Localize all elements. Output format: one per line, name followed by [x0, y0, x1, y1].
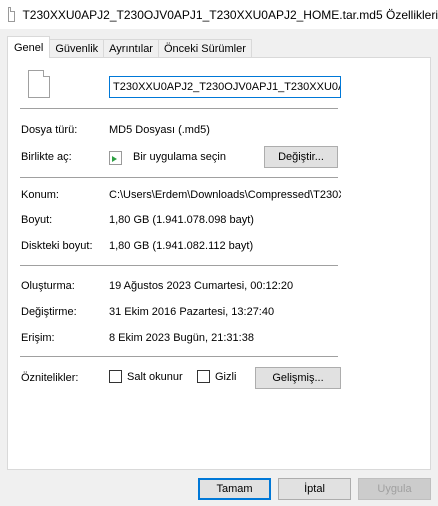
tab-strip: Genel Güvenlik Ayrıntılar Önceki Sürümle…	[7, 36, 252, 58]
accessed-value: 8 Ekim 2023 Bugün, 21:31:38	[109, 332, 254, 344]
size-label: Boyut:	[21, 214, 53, 226]
change-button[interactable]: Değiştir...	[264, 146, 338, 168]
separator	[20, 265, 338, 266]
readonly-checkbox[interactable]: Salt okunur	[109, 370, 183, 383]
title-bar: T230XXU0APJ2_T230OJV0APJ1_T230XXU0APJ2_H…	[0, 0, 438, 30]
size-value: 1,80 GB (1.941.078.098 bayt)	[109, 214, 254, 226]
tab-previous-versions[interactable]: Önceki Sürümler	[157, 39, 252, 58]
tab-general[interactable]: Genel	[7, 36, 51, 58]
separator	[20, 108, 338, 109]
created-label: Oluşturma:	[21, 280, 75, 292]
accessed-label: Erişim:	[21, 332, 55, 344]
hidden-checkbox[interactable]: Gizli	[197, 370, 236, 383]
type-label: Dosya türü:	[21, 124, 78, 136]
window-title: T230XXU0APJ2_T230OJV0APJ1_T230XXU0APJ2_H…	[22, 7, 438, 22]
general-panel: T230XXU0APJ2_T230OJV0APJ1_T230XXU0APJ2_H…	[7, 57, 431, 470]
readonly-label: Salt okunur	[127, 370, 183, 383]
modified-label: Değiştirme:	[21, 306, 77, 318]
checkbox-box[interactable]	[197, 370, 210, 383]
location-value: C:\Users\Erdem\Downloads\Compressed\T230…	[109, 189, 341, 201]
opens-with-label: Birlikte aç:	[21, 151, 72, 163]
file-icon	[8, 7, 16, 22]
hidden-label: Gizli	[215, 370, 237, 383]
size-on-disk-label: Diskteki boyut:	[21, 240, 93, 252]
size-on-disk-value: 1,80 GB (1.941.082.112 bayt)	[109, 240, 254, 252]
separator	[20, 177, 338, 178]
created-value: 19 Ağustos 2023 Cumartesi, 00:12:20	[109, 280, 294, 292]
modified-value: 31 Ekim 2016 Pazartesi, 13:27:40	[109, 306, 275, 318]
cancel-button[interactable]: İptal	[278, 478, 351, 500]
tab-details[interactable]: Ayrıntılar	[103, 39, 159, 58]
file-icon	[28, 70, 50, 98]
file-name-field[interactable]: T230XXU0APJ2_T230OJV0APJ1_T230XXU0APJ2_H…	[109, 76, 341, 98]
apply-button[interactable]: Uygula	[358, 478, 431, 500]
checkbox-box[interactable]	[109, 370, 122, 383]
opens-with-value: Bir uygulama seçin	[133, 151, 226, 163]
tab-security[interactable]: Güvenlik	[49, 39, 105, 58]
separator	[20, 356, 338, 357]
location-label: Konum:	[21, 189, 59, 201]
ok-button[interactable]: Tamam	[198, 478, 271, 500]
app-icon	[109, 151, 122, 165]
advanced-button[interactable]: Gelişmiş...	[255, 367, 341, 389]
type-value: MD5 Dosyası (.md5)	[109, 124, 210, 136]
attributes-label: Öznitelikler:	[21, 372, 79, 384]
